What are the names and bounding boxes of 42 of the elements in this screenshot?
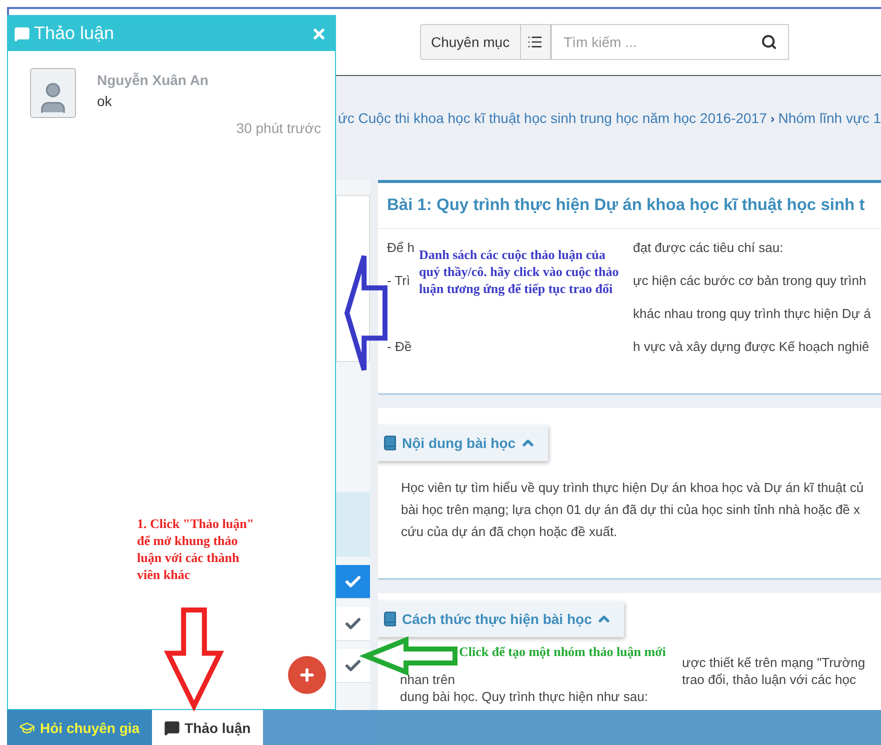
lesson-title: Bài 1: Quy trình thực hiện Dự án khoa học kĩ thuật học sinh t bbox=[378, 183, 881, 229]
body-text: cứu của dự án đã chọn hoặc đề xuất. bbox=[401, 524, 618, 539]
section-header[interactable]: Nội dung bài học bbox=[378, 425, 548, 461]
body-text: h vực và xây dựng được Kế hoạch nghiê bbox=[633, 338, 870, 356]
body-text: ược thiết kế trên mạng "Trường bbox=[682, 654, 866, 671]
close-icon bbox=[311, 26, 327, 42]
message-author: Nguyễn Xuân An bbox=[97, 72, 210, 88]
category-button[interactable]: Chuyên mục bbox=[420, 24, 521, 60]
body-text: dung bài học. Quy trình thực hiện như sau: bbox=[400, 689, 648, 704]
plus-icon bbox=[298, 666, 316, 684]
body-text: - Trì bbox=[387, 273, 410, 288]
list-button[interactable] bbox=[520, 24, 551, 60]
body-text: khác nhau trong quy trình thực hiện Dự á bbox=[633, 305, 871, 323]
search-icon bbox=[760, 34, 777, 50]
lesson-step[interactable] bbox=[336, 607, 370, 641]
chat-icon bbox=[14, 26, 30, 42]
body-text: trao đổi, thảo luận với các học bbox=[682, 671, 856, 688]
body-text: Để h bbox=[387, 240, 414, 255]
search-field[interactable]: Tìm kiếm ... bbox=[550, 24, 789, 60]
chat-icon bbox=[164, 720, 180, 736]
chevron-right-icon bbox=[770, 114, 774, 125]
bottom-tab[interactable]: Thảo luận bbox=[152, 710, 263, 745]
breadcrumb-link[interactable]: Nhóm lĩnh vực 1 bbox=[778, 110, 881, 126]
chat-panel-title: Thảo luận bbox=[34, 23, 116, 44]
body-text: Học viên tự tìm hiểu về quy trình thực hiện Dự án khoa học và Dự án kĩ thuật củ bbox=[401, 480, 864, 495]
sidebar-panel bbox=[336, 492, 370, 557]
book-icon bbox=[382, 435, 398, 451]
body-text: bài học trên mạng; lựa chọn 01 dự án đã dự thi của học sinh tỉnh nhà hoặc đề x bbox=[401, 502, 860, 517]
lesson-step[interactable] bbox=[336, 649, 370, 683]
list-icon bbox=[527, 34, 544, 50]
breadcrumb-link[interactable]: ức Cuộc thi khoa học kĩ thuật học sinh trung học năm học 2016-2017 bbox=[338, 110, 767, 126]
body-text: đạt được các tiêu chí sau: bbox=[633, 239, 784, 257]
message-text: ok bbox=[97, 93, 113, 109]
body-text: ực hiện các bước cơ bản trong quy trình bbox=[633, 272, 866, 290]
body-text: - Đề bbox=[387, 339, 412, 354]
graduation-cap-icon bbox=[19, 720, 35, 736]
book-icon bbox=[382, 611, 398, 627]
message-time: 30 phút trước bbox=[235, 120, 321, 136]
body-text: nhan trên bbox=[400, 672, 455, 687]
lesson-step[interactable] bbox=[336, 565, 370, 599]
section-header[interactable]: Cách thức thực hiện bài học bbox=[378, 601, 624, 637]
bottom-tab[interactable]: Hỏi chuyên gia bbox=[7, 710, 152, 745]
